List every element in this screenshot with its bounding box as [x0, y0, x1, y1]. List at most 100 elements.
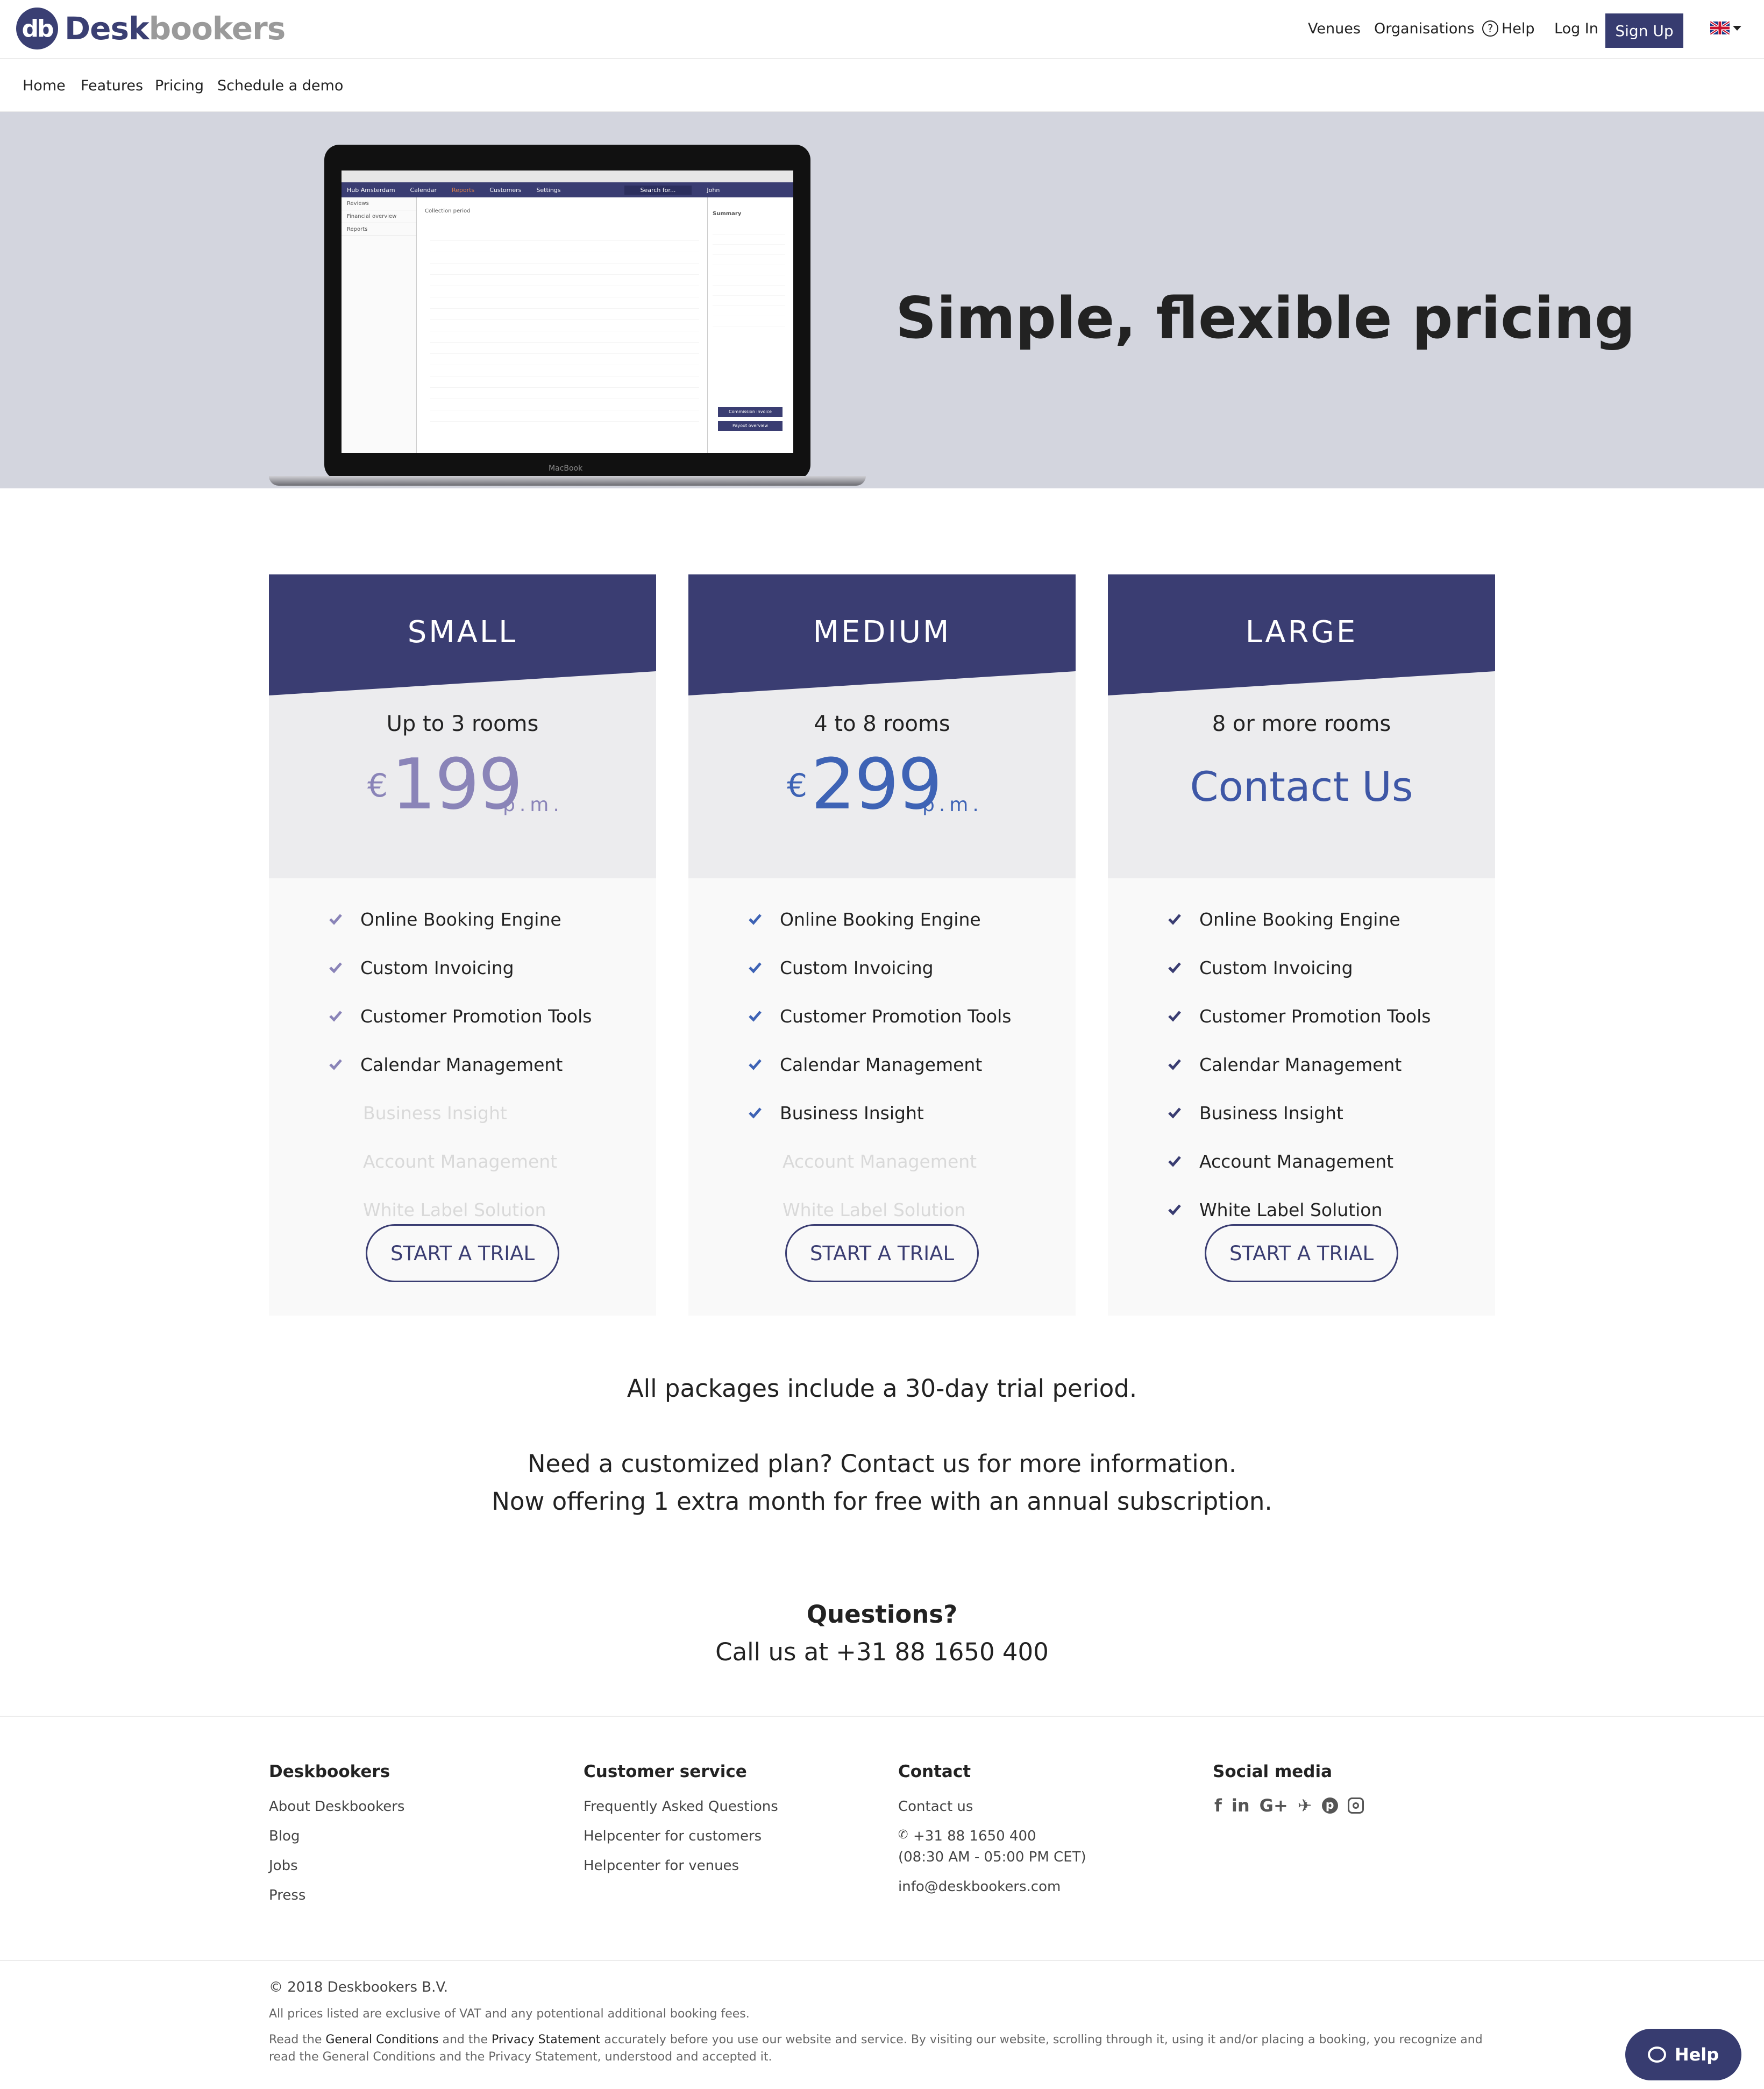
feature-item: Account Management — [1108, 1146, 1495, 1178]
laptop-brand-label: MacBook — [549, 464, 583, 473]
subnav-pricing[interactable]: Pricing — [155, 75, 204, 97]
plan-price: € 199 p.m. — [269, 747, 656, 822]
feature-item: Calendar Management — [269, 1049, 656, 1081]
feature-label: White Label Solution — [1199, 1199, 1383, 1220]
footer-link-helpcenter-venues[interactable]: Helpcenter for venues — [584, 1858, 739, 1874]
check-icon — [329, 1059, 342, 1070]
hero-title: Simple, flexible pricing — [895, 285, 1635, 351]
check-icon — [749, 914, 762, 925]
check-icon — [1168, 1107, 1181, 1119]
feature-item: White Label Solution — [1108, 1194, 1495, 1226]
footer-link-press[interactable]: Press — [269, 1887, 305, 1903]
currency-symbol: € — [787, 767, 808, 805]
linkedin-icon[interactable]: in — [1232, 1795, 1250, 1816]
check-icon — [1168, 914, 1181, 925]
check-icon — [1168, 1156, 1181, 1167]
call-us-text: Call us at +31 88 1650 400 — [715, 1638, 1049, 1666]
feature-item: Calendar Management — [1108, 1049, 1495, 1081]
feature-label: White Label Solution — [783, 1199, 966, 1220]
footer-link-faq[interactable]: Frequently Asked Questions — [584, 1799, 778, 1815]
nav-help[interactable]: Help — [1502, 16, 1535, 42]
feature-item: Business Insight — [688, 1097, 1076, 1129]
trial-note: All packages include a 30-day trial peri… — [627, 1374, 1137, 1403]
check-icon — [329, 914, 342, 925]
laptop-base — [269, 476, 866, 486]
price-period: p.m. — [503, 794, 564, 816]
check-icon — [1168, 1059, 1181, 1070]
chat-bubble-icon — [1647, 2047, 1666, 2063]
check-icon — [749, 1107, 762, 1119]
footer-link-about[interactable]: About Deskbookers — [269, 1799, 404, 1815]
screen-menu-calendar: Calendar — [410, 186, 437, 194]
check-icon — [1168, 1204, 1181, 1216]
feature-label: Account Management — [363, 1151, 558, 1172]
currency-symbol: € — [367, 767, 388, 805]
screen-payout-button: Payout overview — [718, 421, 783, 431]
feature-label: Online Booking Engine — [360, 909, 561, 930]
start-trial-button-medium[interactable]: START A TRIAL — [785, 1224, 979, 1282]
plan-name: LARGE — [1245, 615, 1358, 650]
instagram-icon[interactable] — [1347, 1797, 1364, 1814]
plan-rooms: 8 or more rooms — [1212, 712, 1391, 736]
legal-text: accurately before you use our website an… — [604, 2033, 1484, 2047]
logo-text[interactable]: Deskbookers — [65, 8, 286, 49]
plan-price: € 299 p.m. — [688, 747, 1076, 822]
plan-rooms: 4 to 8 rooms — [814, 712, 950, 736]
general-conditions-link[interactable]: General Conditions — [325, 2033, 438, 2047]
feature-label: Online Booking Engine — [1199, 909, 1400, 930]
feature-label: Business Insight — [363, 1103, 507, 1124]
feature-label: Customer Promotion Tools — [780, 1006, 1012, 1027]
privacy-statement-link[interactable]: Privacy Statement — [492, 2033, 600, 2047]
nav-organisations[interactable]: Organisations — [1374, 16, 1475, 42]
feature-label: Business Insight — [780, 1103, 924, 1124]
help-chat-button[interactable]: Help — [1625, 2029, 1741, 2080]
screen-commission-button: Commission invoice — [718, 407, 783, 417]
subnav-home[interactable]: Home — [23, 75, 66, 97]
footer-link-blog[interactable]: Blog — [269, 1828, 300, 1844]
footer-link-jobs[interactable]: Jobs — [269, 1858, 298, 1874]
google-plus-icon[interactable]: G+ — [1260, 1795, 1288, 1816]
footer-link-contact-us[interactable]: Contact us — [898, 1799, 973, 1815]
footer-phone[interactable]: +31 88 1650 400 — [913, 1828, 1036, 1844]
check-icon — [749, 962, 762, 974]
logo-mark[interactable]: db — [16, 8, 58, 49]
contact-us-price[interactable]: Contact Us — [1108, 763, 1495, 811]
vat-note: All prices listed are exclusive of VAT a… — [269, 2007, 750, 2021]
custom-plan-note: Need a customized plan? Contact us for m… — [527, 1449, 1237, 1478]
pinterest-icon[interactable]: p — [1321, 1797, 1338, 1814]
nav-venues[interactable]: Venues — [1308, 16, 1361, 42]
twitter-icon[interactable]: ✈ — [1298, 1795, 1312, 1816]
subnav-schedule-demo[interactable]: Schedule a demo — [217, 75, 343, 97]
footer-email[interactable]: info@deskbookers.com — [898, 1879, 1061, 1895]
chevron-down-icon[interactable] — [1733, 26, 1741, 31]
footer-heading-customer-service: Customer service — [584, 1762, 747, 1781]
screen-summary: Summary — [713, 211, 742, 217]
feature-label: Customer Promotion Tools — [360, 1006, 592, 1027]
feature-label: Business Insight — [1199, 1103, 1343, 1124]
screen-period: Collection period — [425, 208, 471, 214]
feature-label: Calendar Management — [780, 1054, 983, 1075]
plan-card-medium: MEDIUM 4 to 8 rooms € 299 p.m. Online Bo… — [688, 574, 1076, 1316]
uk-flag-icon[interactable] — [1710, 22, 1730, 34]
start-trial-button-large[interactable]: START A TRIAL — [1205, 1224, 1398, 1282]
nav-login[interactable]: Log In — [1554, 16, 1598, 42]
check-icon — [749, 1011, 762, 1022]
legal-text: Read the — [269, 2033, 326, 2047]
screen-venue: Hub Amsterdam — [347, 186, 395, 194]
footer-link-helpcenter-customers[interactable]: Helpcenter for customers — [584, 1828, 762, 1844]
start-trial-button-small[interactable]: START A TRIAL — [366, 1224, 559, 1282]
help-circle-icon: ? — [1482, 20, 1498, 37]
signup-button[interactable]: Sign Up — [1605, 13, 1683, 48]
legal-line-1: Read the General Conditions and the Priv… — [269, 2033, 1484, 2047]
subnav-features[interactable]: Features — [81, 75, 143, 97]
price-period: p.m. — [922, 794, 983, 816]
screen-menu-settings: Settings — [536, 186, 561, 194]
screen-summary-rows — [713, 224, 785, 332]
feature-item-disabled: Business Insight — [269, 1097, 656, 1129]
laptop-screenshot-image: Hub Amsterdam Calendar Reports Customers… — [269, 143, 866, 492]
feature-item: Custom Invoicing — [269, 952, 656, 984]
screen-menu-customers: Customers — [489, 186, 522, 194]
legal-text: and the — [438, 2033, 492, 2047]
screen-table — [430, 230, 699, 423]
facebook-icon[interactable]: f — [1214, 1795, 1222, 1816]
